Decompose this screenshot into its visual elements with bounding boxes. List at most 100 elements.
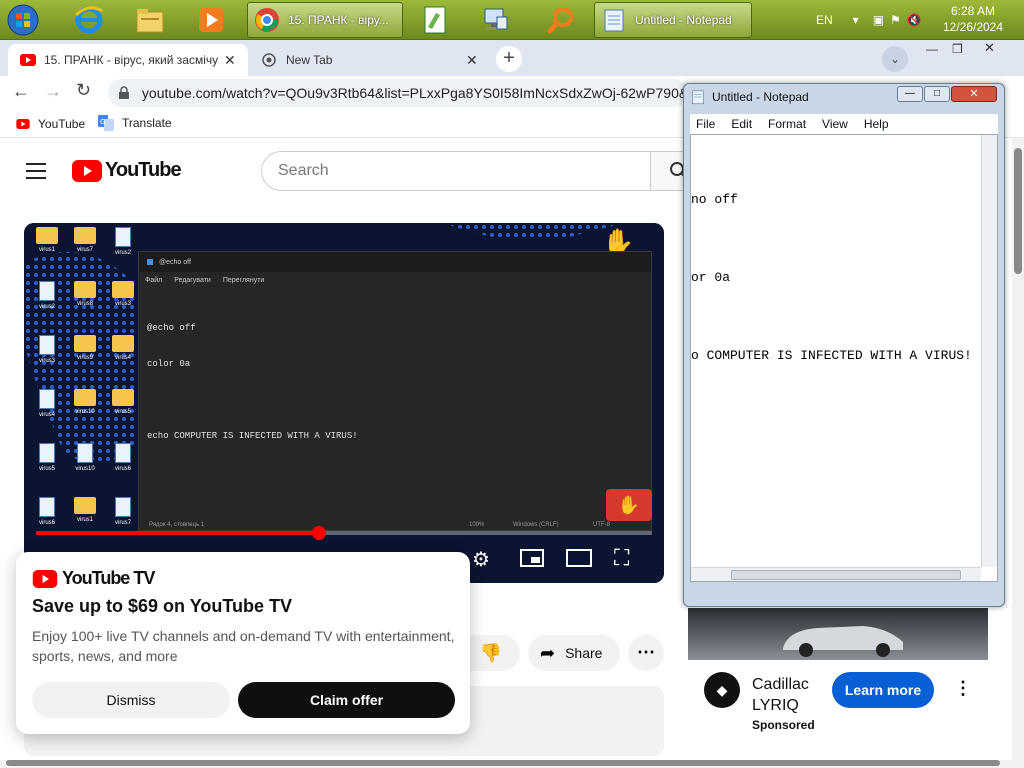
video-scrubber-handle[interactable] bbox=[312, 526, 326, 540]
page-scrollbar[interactable] bbox=[1012, 138, 1024, 760]
notepad-menu-view[interactable]: View bbox=[822, 117, 848, 131]
desktop-file-label: virus7 bbox=[76, 247, 93, 253]
notepad-vertical-scrollbar[interactable] bbox=[981, 135, 997, 567]
close-tab-icon[interactable]: ✕ bbox=[224, 52, 236, 69]
image-file-icon bbox=[39, 281, 55, 301]
ad-more-options-icon[interactable]: ⋮ bbox=[954, 678, 972, 699]
more-actions-button[interactable]: ⋯ bbox=[628, 635, 664, 671]
dismiss-button[interactable]: Dismiss bbox=[32, 682, 230, 718]
language-indicator[interactable]: EN bbox=[816, 13, 833, 27]
desktop-file-icon: virus4 bbox=[30, 389, 64, 418]
bookmark-label: YouTube bbox=[38, 117, 86, 131]
desktop-file-label: virus5 bbox=[38, 466, 55, 472]
back-button[interactable]: ← bbox=[12, 81, 30, 102]
folder-icon bbox=[74, 335, 96, 352]
desktop-file-label: virus1 bbox=[38, 247, 55, 253]
tab-title: 15. ПРАНК - вірус, який засмічу bbox=[44, 53, 219, 67]
translate-icon: G bbox=[98, 115, 114, 131]
forward-button[interactable]: → bbox=[44, 81, 62, 102]
close-window-button[interactable]: ✕ bbox=[984, 40, 995, 56]
promo-body: Enjoy 100+ live TV channels and on-deman… bbox=[32, 628, 455, 664]
desktop-file-label: virus5 bbox=[114, 409, 131, 415]
desktop-file-label: virus1 bbox=[76, 517, 93, 523]
ie-icon[interactable] bbox=[72, 3, 106, 37]
site-info-icon[interactable] bbox=[118, 86, 130, 100]
menu-icon[interactable] bbox=[26, 163, 46, 179]
page-scrollbar-thumb[interactable] bbox=[1014, 148, 1022, 274]
notepad-text-area[interactable]: no off or 0a o COMPUTER IS INFECTED WITH… bbox=[690, 134, 998, 582]
tray-expand-icon[interactable]: ▾ bbox=[853, 13, 859, 27]
notepad-maximize-button[interactable]: □ bbox=[924, 86, 950, 102]
video-progress-bar[interactable] bbox=[36, 531, 652, 535]
desktop-file-icon: virus9 bbox=[68, 335, 102, 361]
image-file-icon bbox=[39, 497, 55, 517]
close-tab-icon[interactable]: ✕ bbox=[466, 52, 478, 69]
desktop-file-label: virus4 bbox=[38, 412, 55, 418]
claim-offer-button[interactable]: Claim offer bbox=[238, 682, 455, 718]
editor-code-line: color 0a bbox=[147, 359, 191, 369]
desktop-file-icon: virus5 bbox=[106, 389, 140, 415]
network-computer-icon[interactable] bbox=[479, 3, 513, 37]
settings-gear-icon[interactable]: ⚙ bbox=[472, 547, 490, 572]
media-player-icon[interactable] bbox=[194, 3, 228, 37]
taskbar-task-notepad[interactable]: Untitled - Notepad bbox=[594, 2, 752, 38]
editor-menu-item: Файл bbox=[145, 276, 163, 284]
windows-orb-icon bbox=[7, 4, 39, 36]
horizontal-scrollbar[interactable] bbox=[0, 760, 1024, 768]
notepad-menu-file[interactable]: File bbox=[696, 117, 715, 131]
editor-status-position: Рядок 4, стовпець 1 bbox=[149, 522, 205, 528]
ad-card: ◆ Cadillac LYRIQ Sponsored Learn more ⋮ bbox=[688, 660, 988, 750]
address-bar[interactable]: youtube.com/watch?v=QOu9v3Rtb64&list=PLx… bbox=[108, 79, 688, 107]
notepad-menu-help[interactable]: Help bbox=[864, 117, 889, 131]
desktop-file-icon: virus1 bbox=[68, 497, 102, 523]
cadillac-logo-icon[interactable]: ◆ bbox=[704, 672, 740, 708]
desktop-file-label: virus2 bbox=[114, 250, 131, 256]
notepad-horizontal-scrollbar[interactable] bbox=[691, 567, 981, 581]
network-icon[interactable]: ▣ bbox=[873, 13, 884, 27]
bookmark-translate[interactable]: G Translate bbox=[98, 115, 172, 131]
tab-youtube[interactable]: 15. ПРАНК - вірус, який засмічу ✕ bbox=[8, 44, 248, 76]
clock[interactable]: 6:28 AM 12/26/2024 bbox=[940, 3, 1006, 35]
minimize-button[interactable]: — bbox=[926, 42, 938, 56]
youtube-tv-promo: YouTube TV Save up to $69 on YouTube TV … bbox=[16, 552, 470, 734]
volume-muted-icon[interactable]: 🔇 bbox=[907, 13, 922, 27]
clock-date: 12/26/2024 bbox=[942, 20, 1004, 34]
start-button[interactable] bbox=[6, 3, 40, 37]
flag-icon[interactable]: ⚑ bbox=[890, 13, 901, 27]
notepad-menu-edit[interactable]: Edit bbox=[731, 117, 752, 131]
url-text: youtube.com/watch?v=QOu9v3Rtb64&list=PLx… bbox=[141, 85, 688, 101]
notepad-text-line: o COMPUTER IS INFECTED WITH A VIRUS! bbox=[691, 348, 972, 363]
theater-mode-icon[interactable] bbox=[566, 549, 592, 567]
tab-search-button[interactable]: ⌄ bbox=[882, 46, 908, 72]
desktop-file-icon: virus3 bbox=[106, 281, 140, 307]
miniplayer-icon[interactable] bbox=[520, 549, 544, 567]
notepad-minimize-button[interactable]: — bbox=[897, 86, 923, 102]
editor-menu-item: Переглянути bbox=[222, 276, 265, 284]
desktop-file-label: virus8 bbox=[76, 301, 93, 307]
file-explorer-icon[interactable] bbox=[133, 3, 167, 37]
tab-new-tab[interactable]: New Tab ✕ bbox=[250, 44, 486, 76]
search-magnifier-icon[interactable] bbox=[544, 3, 578, 37]
ad-image[interactable] bbox=[688, 608, 988, 660]
desktop-file-label: virus7 bbox=[114, 520, 131, 526]
new-tab-button[interactable]: + bbox=[496, 46, 522, 72]
notepad-horizontal-thumb[interactable] bbox=[731, 570, 961, 580]
youtube-logo[interactable]: YouTube bbox=[72, 159, 182, 182]
reload-button[interactable]: ↻ bbox=[76, 80, 91, 101]
taskbar-task-chrome[interactable]: 15. ПРАНК - віру... bbox=[247, 2, 403, 38]
folder-icon bbox=[36, 227, 58, 244]
notepad-menu-format[interactable]: Format bbox=[768, 117, 806, 131]
notepad-close-button[interactable]: ✕ bbox=[951, 86, 997, 102]
restore-button[interactable]: ❐ bbox=[952, 42, 963, 56]
learn-more-button[interactable]: Learn more bbox=[832, 672, 934, 708]
bookmark-youtube[interactable]: YouTube bbox=[16, 117, 85, 131]
fullscreen-icon[interactable]: ⛶ bbox=[614, 547, 629, 569]
dislike-button[interactable]: 👎 bbox=[462, 635, 520, 671]
search-input[interactable]: Search bbox=[261, 151, 651, 191]
notepadpp-icon[interactable] bbox=[418, 3, 452, 37]
share-button[interactable]: ➦ Share bbox=[528, 635, 620, 671]
video-player[interactable]: virus1 virus7 virus2 virus2 virus8 virus3 viru… bbox=[24, 223, 664, 583]
horizontal-scrollbar-thumb[interactable] bbox=[6, 760, 1000, 766]
notepad-window: Untitled - Notepad — □ ✕ File Edit Forma… bbox=[683, 83, 1005, 607]
globe-icon bbox=[262, 53, 276, 67]
